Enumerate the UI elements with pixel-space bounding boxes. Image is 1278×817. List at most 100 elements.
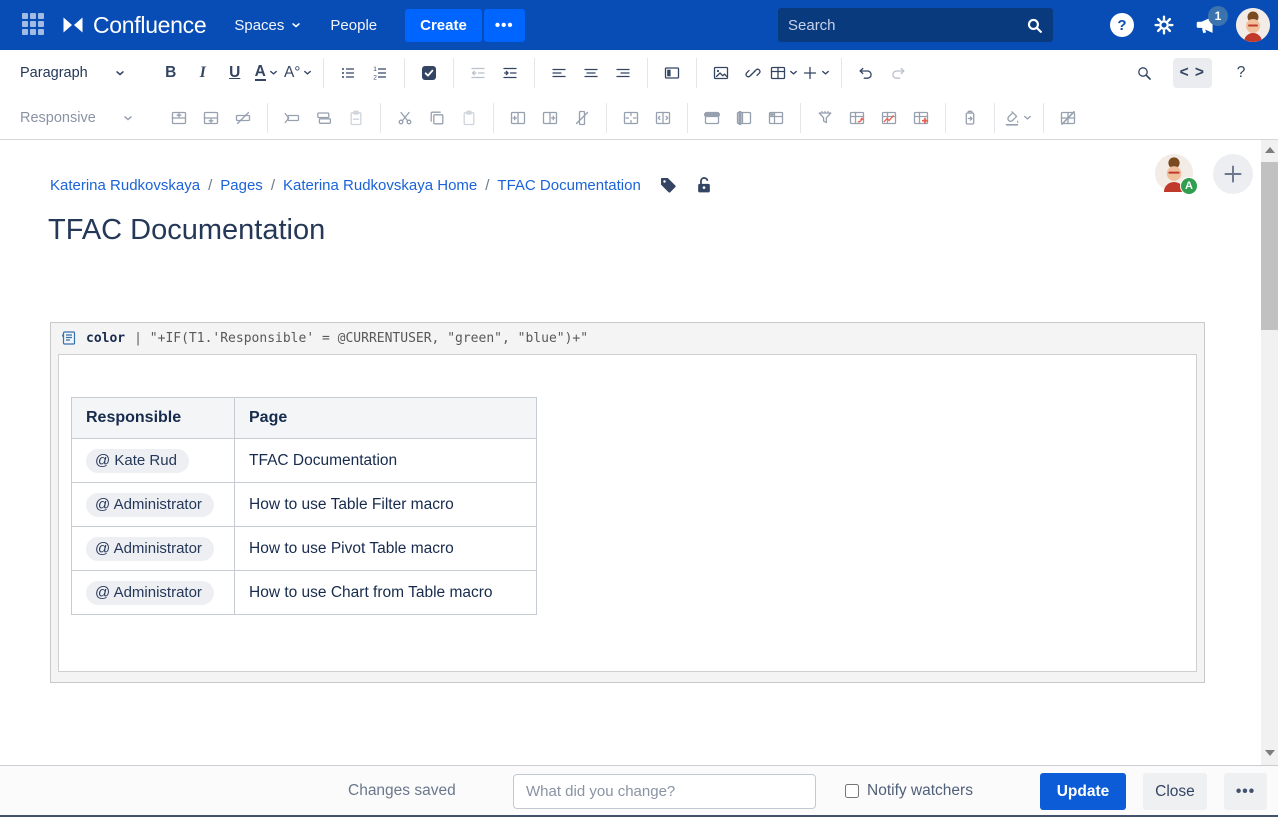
toolbar-right-group: < >? <box>1129 57 1278 88</box>
breadcrumb-link-2[interactable]: Pages <box>220 177 263 194</box>
italic-button[interactable]: I <box>188 58 218 88</box>
table-row: @ Kate Rud TFAC Documentation <box>71 438 537 483</box>
numbered-list-icon[interactable]: 12 <box>365 58 395 88</box>
user-mention[interactable]: @ Administrator <box>86 580 214 605</box>
confluence-mark-icon <box>60 13 86 37</box>
create-button[interactable]: Create <box>405 8 482 42</box>
split-cells-icon[interactable] <box>648 103 678 133</box>
page-layout-icon[interactable] <box>657 58 687 88</box>
notify-watchers-checkbox[interactable] <box>845 784 859 798</box>
toolbar-group-5 <box>605 102 687 133</box>
macro-parameters: | "+IF(T1.'Responsible' = @CURRENTUSER, … <box>134 330 589 346</box>
cut-icon[interactable] <box>390 103 420 133</box>
scrollbar-thumb[interactable] <box>1261 162 1278 330</box>
breadcrumb-link-3[interactable]: Katerina Rudkovskaya Home <box>283 177 477 194</box>
bold-glyph: B <box>165 63 177 81</box>
heading-row-icon[interactable] <box>697 103 727 133</box>
bullet-list-icon[interactable] <box>333 58 363 88</box>
align-right-icon[interactable] <box>608 58 638 88</box>
search-icon[interactable] <box>1026 17 1043 34</box>
toolbar-group-3 <box>403 57 453 88</box>
table-layout-select[interactable]: Responsive <box>9 103 146 133</box>
pivot-table-icon[interactable] <box>842 103 872 133</box>
editor-footer: Changes saved Notify watchers Update Clo… <box>0 765 1278 817</box>
labels-tag-icon[interactable] <box>659 176 677 194</box>
scroll-up-arrow[interactable] <box>1261 142 1278 158</box>
app-switcher-icon[interactable] <box>22 13 46 37</box>
remove-row-icon[interactable] <box>228 103 258 133</box>
table-row: @ Administrator How to use Table Filter m… <box>71 482 537 527</box>
remove-column-icon[interactable] <box>567 103 597 133</box>
source-editor-button[interactable]: < > <box>1172 57 1212 88</box>
cell-fill-color-icon[interactable] <box>1004 103 1034 133</box>
insert-link-icon[interactable] <box>738 58 768 88</box>
heading-column-icon[interactable] <box>729 103 759 133</box>
user-avatar[interactable] <box>1236 8 1270 42</box>
undo-icon[interactable] <box>851 58 881 88</box>
table-excerpt-icon[interactable] <box>955 103 985 133</box>
user-mention[interactable]: @ Kate Rud <box>86 448 189 473</box>
paragraph-style-select[interactable]: Paragraph <box>9 58 138 88</box>
scroll-down-arrow[interactable] <box>1261 745 1278 761</box>
collaborator-avatar[interactable]: A <box>1155 154 1198 195</box>
user-mention[interactable]: @ Administrator <box>86 536 214 561</box>
add-content-button[interactable] <box>1213 154 1253 194</box>
insert-column-before-icon[interactable] <box>503 103 533 133</box>
announcements-megaphone-icon[interactable]: 1 <box>1194 6 1228 36</box>
version-comment-input[interactable] <box>513 774 816 809</box>
page-title[interactable]: TFAC Documentation <box>48 214 325 247</box>
remove-table-icon[interactable] <box>1053 103 1083 133</box>
copy-icon[interactable] <box>422 103 452 133</box>
toolbar-group-1 <box>155 103 267 133</box>
nav-people[interactable]: People <box>330 17 377 34</box>
insert-image-icon[interactable] <box>706 58 736 88</box>
vertical-scrollbar[interactable] <box>1261 140 1278 765</box>
cut-row-icon[interactable] <box>277 103 307 133</box>
responsible-pages-table[interactable]: Responsible Page @ Kate Rud TFAC Documenta… <box>71 397 537 615</box>
copy-row-icon[interactable] <box>309 103 339 133</box>
insert-table-icon[interactable] <box>770 58 800 88</box>
page-cell: How to use Table Filter macro <box>234 482 537 527</box>
macro-body[interactable]: Responsible Page @ Kate Rud TFAC Documenta… <box>58 354 1197 672</box>
insert-row-below-icon[interactable] <box>196 103 226 133</box>
merge-cells-icon[interactable] <box>616 103 646 133</box>
close-button[interactable]: Close <box>1143 773 1207 810</box>
create-more-button[interactable]: ••• <box>483 8 525 42</box>
find-icon[interactable] <box>1129 58 1159 88</box>
underline-button[interactable]: U <box>220 58 250 88</box>
formatting-more-button[interactable]: A° <box>284 58 314 88</box>
footer-more-button[interactable]: ••• <box>1224 773 1267 810</box>
unrestricted-unlock-icon[interactable] <box>695 176 713 194</box>
align-center-icon[interactable] <box>576 58 606 88</box>
table-toolbar-groups <box>155 102 1092 133</box>
insert-more-icon[interactable] <box>802 58 832 88</box>
toolbar-group-6 <box>686 102 800 133</box>
settings-gear-icon[interactable] <box>1154 15 1174 35</box>
help-icon[interactable]: ? <box>1110 13 1134 37</box>
search-input[interactable] <box>778 16 1026 34</box>
table-transformer-icon[interactable] <box>906 103 936 133</box>
indent-icon[interactable] <box>495 58 525 88</box>
chart-from-table-icon[interactable] <box>874 103 904 133</box>
nav-spaces[interactable]: Spaces <box>234 17 302 34</box>
update-button[interactable]: Update <box>1040 773 1126 810</box>
insert-row-above-icon[interactable] <box>164 103 194 133</box>
breadcrumb-link-1[interactable]: Katerina Rudkovskaya <box>50 177 200 194</box>
heading-cell-icon[interactable] <box>761 103 791 133</box>
table-filter-icon[interactable] <box>810 103 840 133</box>
breadcrumb-link-4[interactable]: TFAC Documentation <box>497 177 640 194</box>
task-list-icon[interactable] <box>414 58 444 88</box>
table-row: @ Administrator How to use Pivot Table ma… <box>71 526 537 571</box>
align-left-icon[interactable] <box>544 58 574 88</box>
bold-button[interactable]: B <box>156 58 186 88</box>
text-color-button[interactable]: A <box>252 58 282 88</box>
editor-content[interactable]: Katerina Rudkovskaya / Pages / Katerina Rudk… <box>0 140 1261 765</box>
notify-watchers-label: Notify watchers <box>867 782 973 799</box>
user-mention[interactable]: @ Administrator <box>86 492 214 517</box>
notify-watchers-option[interactable]: Notify watchers <box>845 782 973 800</box>
insert-column-after-icon[interactable] <box>535 103 565 133</box>
editor-help-button[interactable]: ? <box>1226 58 1256 88</box>
table-toolbar-macro[interactable]: color | "+IF(T1.'Responsible' = @CURRENT… <box>50 322 1205 683</box>
toolbar-group-2 <box>266 102 380 133</box>
confluence-logo[interactable]: Confluence <box>60 12 207 39</box>
